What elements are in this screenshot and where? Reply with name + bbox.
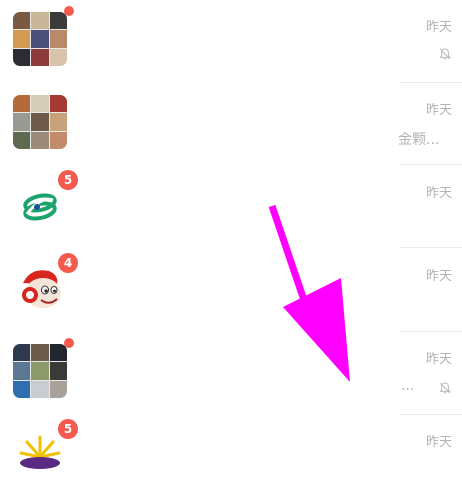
group-avatar[interactable] bbox=[13, 95, 69, 151]
mute-bell-icon bbox=[439, 382, 451, 394]
mute-bell-icon bbox=[439, 48, 451, 60]
divider bbox=[400, 247, 462, 248]
message-time: 昨天 bbox=[425, 435, 452, 450]
group-avatar[interactable] bbox=[13, 338, 74, 400]
message-preview: 金颗... bbox=[398, 132, 440, 148]
message-time: 昨天 bbox=[425, 103, 452, 118]
sun-avatar[interactable]: 5 bbox=[13, 419, 78, 483]
message-time: 昨天 bbox=[425, 269, 452, 284]
message-time: 昨天 bbox=[425, 186, 452, 201]
chat-list-item[interactable]: 昨天 bbox=[0, 0, 462, 83]
chat-list-item[interactable]: 4 昨天 bbox=[0, 249, 462, 332]
message-time: 昨天 bbox=[425, 352, 452, 367]
unread-badge: 4 bbox=[58, 253, 78, 273]
chat-list-item[interactable]: 5 昨天 bbox=[0, 166, 462, 249]
bank-avatar[interactable]: 5 bbox=[13, 170, 78, 234]
chat-list-item[interactable]: 昨天 金颗... bbox=[0, 83, 462, 166]
chat-list-item[interactable]: 昨天 ... bbox=[0, 332, 462, 415]
unread-dot bbox=[64, 338, 74, 348]
mascot-avatar[interactable]: 4 bbox=[13, 253, 78, 317]
message-time: 昨天 bbox=[425, 20, 452, 35]
divider bbox=[400, 164, 462, 165]
group-avatar[interactable] bbox=[13, 6, 74, 68]
chat-list-item[interactable]: 5 昨天 bbox=[0, 415, 462, 498]
unread-dot bbox=[64, 6, 74, 16]
unread-badge: 5 bbox=[58, 419, 78, 439]
message-preview: ... bbox=[401, 378, 415, 394]
unread-badge: 5 bbox=[58, 170, 78, 190]
